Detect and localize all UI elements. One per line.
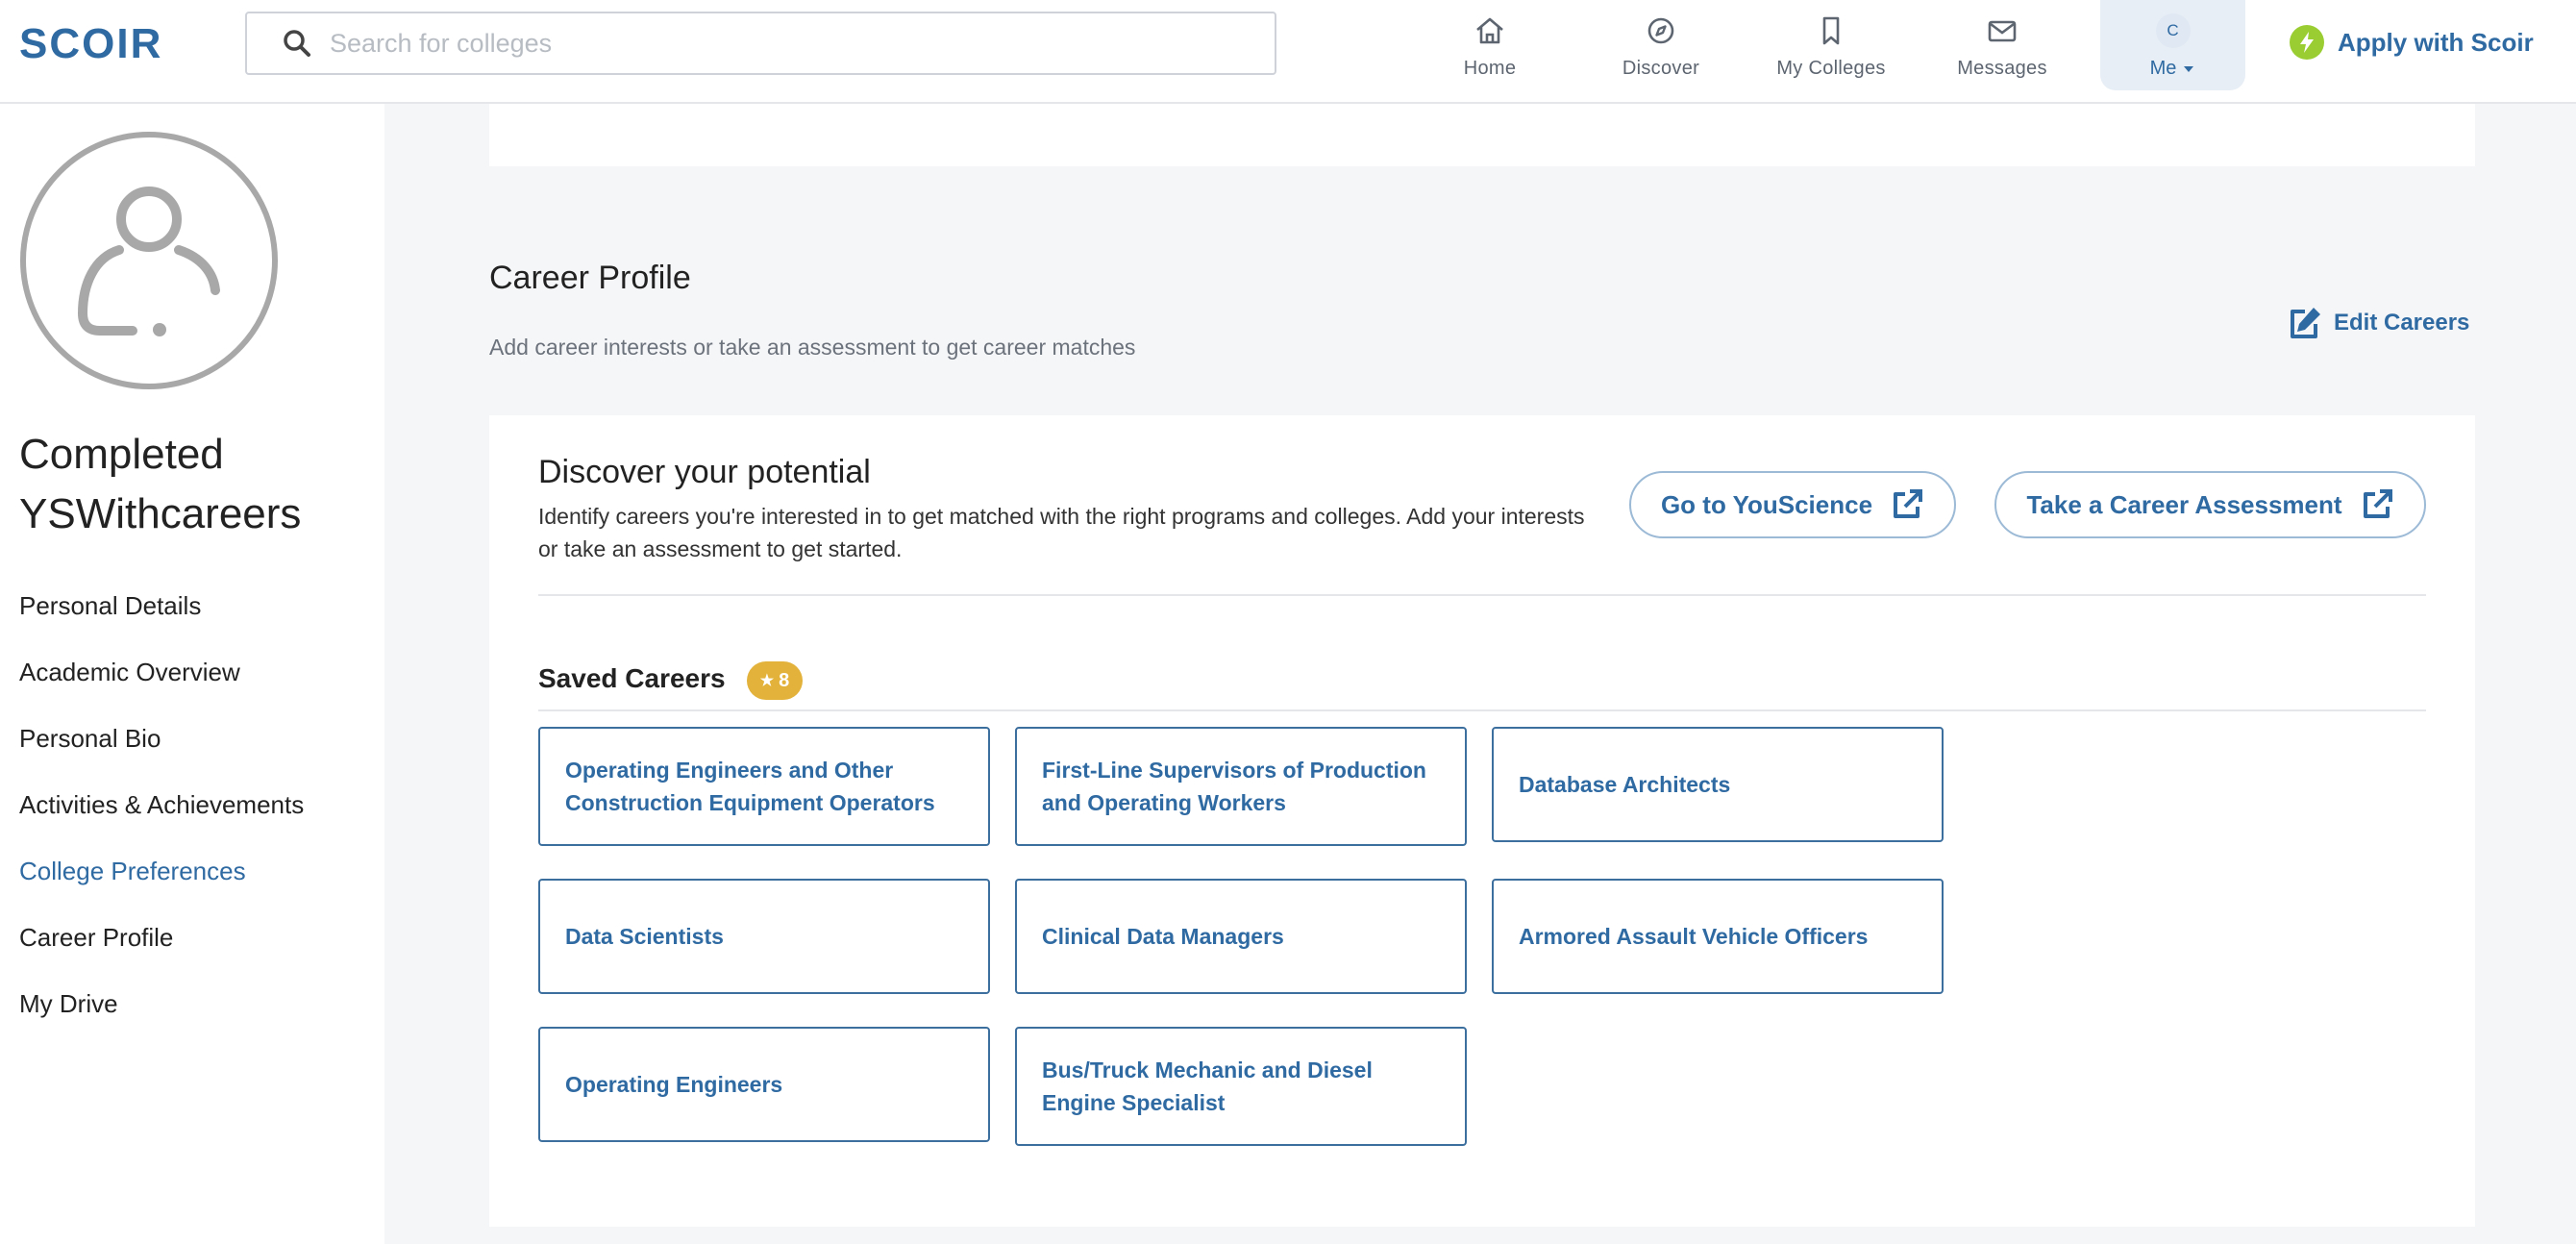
profile-name: Completed YSWithcareers: [19, 431, 302, 537]
external-link-icon: [1894, 489, 1923, 518]
menu-academic-overview[interactable]: Academic Overview: [19, 639, 304, 706]
nav-messages[interactable]: Messages: [1917, 0, 2088, 92]
scoir-logo-mark: SCOIR: [19, 21, 162, 63]
menu-activities-achievements[interactable]: Activities & Achievements: [19, 772, 304, 838]
nav-messages-label: Messages: [1957, 58, 2047, 79]
profile-menu: Personal Details Academic Overview Perso…: [19, 573, 304, 1037]
apply-with-scoir-button[interactable]: Apply with Scoir: [2290, 23, 2534, 62]
career-profile-title: Career Profile: [489, 260, 691, 296]
apply-label: Apply with Scoir: [2338, 27, 2534, 57]
menu-my-drive[interactable]: My Drive: [19, 971, 304, 1037]
saved-careers-title: Saved Careers: [538, 663, 726, 693]
edit-careers-label: Edit Careers: [2334, 310, 2470, 336]
menu-personal-details[interactable]: Personal Details: [19, 573, 304, 639]
previous-section-card: [489, 104, 2475, 166]
home-icon: [1476, 17, 1503, 44]
menu-career-profile[interactable]: Career Profile: [19, 905, 304, 971]
assessment-label: Take a Career Assessment: [2026, 489, 2342, 519]
career-profile-subtitle: Add career interests or take an assessme…: [489, 335, 1136, 360]
career-title: Data Scientists: [565, 924, 724, 949]
envelope-icon: [1988, 20, 2017, 42]
career-profile-card: Discover your potential Identify careers…: [489, 415, 2475, 1227]
nav-discover[interactable]: Discover: [1575, 0, 1746, 92]
lightning-bolt-icon: [2290, 25, 2324, 60]
scoir-logo[interactable]: SCOIR: [19, 21, 183, 63]
career-card[interactable]: Clinical Data Managers: [1015, 879, 1467, 994]
career-title: Bus/Truck Mechanic and Diesel Engine Spe…: [1042, 1057, 1373, 1115]
edit-icon: [2291, 308, 2320, 338]
career-card[interactable]: First-Line Supervisors of Production and…: [1015, 727, 1467, 846]
search-icon: [284, 30, 310, 57]
user-avatar: C: [2155, 13, 2191, 48]
divider: [538, 594, 2426, 596]
profile-sidebar: Completed YSWithcareers Personal Details…: [0, 104, 384, 1244]
menu-personal-bio[interactable]: Personal Bio: [19, 706, 304, 772]
career-card[interactable]: Bus/Truck Mechanic and Diesel Engine Spe…: [1015, 1027, 1467, 1146]
career-title: Clinical Data Managers: [1042, 924, 1284, 949]
nav-discover-label: Discover: [1622, 58, 1700, 79]
nav-home[interactable]: Home: [1404, 0, 1575, 92]
discover-potential-title: Discover your potential: [538, 454, 871, 490]
career-card[interactable]: Database Architects: [1492, 727, 1944, 842]
career-card[interactable]: Data Scientists: [538, 879, 990, 994]
nav-me-menu[interactable]: C Me: [2100, 0, 2245, 90]
career-title: Operating Engineers and Other Constructi…: [565, 758, 935, 815]
compass-icon: [1647, 17, 1674, 44]
saved-count-badge: ★ 8: [747, 661, 803, 700]
search-input[interactable]: [330, 28, 1195, 59]
nav-me-label: Me: [2149, 58, 2177, 79]
career-title: First-Line Supervisors of Production and…: [1042, 758, 1426, 815]
career-card[interactable]: Armored Assault Vehicle Officers: [1492, 879, 1944, 994]
career-title: Database Architects: [1519, 772, 1731, 797]
menu-college-preferences[interactable]: College Preferences: [19, 838, 304, 905]
nav-my-colleges-label: My Colleges: [1776, 58, 1886, 79]
go-to-youscience-button[interactable]: Go to YouScience: [1629, 471, 1956, 538]
profile-avatar-icon: [20, 132, 278, 389]
top-navigation-bar: SCOIR Home Discover My Colleges: [0, 0, 2576, 104]
caret-down-icon: [2184, 65, 2194, 72]
bookmark-icon: [1822, 16, 1840, 45]
career-card[interactable]: Operating Engineers: [538, 1027, 990, 1142]
nav-my-colleges[interactable]: My Colleges: [1746, 0, 1917, 92]
career-title: Operating Engineers: [565, 1072, 783, 1097]
career-title: Armored Assault Vehicle Officers: [1519, 924, 1869, 949]
divider: [538, 709, 2426, 711]
discover-potential-text: Identify careers you're interested in to…: [538, 504, 1585, 561]
edit-careers-button[interactable]: Edit Careers: [2286, 304, 2469, 342]
career-card[interactable]: Operating Engineers and Other Constructi…: [538, 727, 990, 846]
nav-home-label: Home: [1463, 58, 1517, 79]
take-career-assessment-button[interactable]: Take a Career Assessment: [1994, 471, 2426, 538]
external-link-icon: [2363, 489, 2392, 518]
logo-text: SCOIR: [19, 21, 162, 63]
college-search[interactable]: [245, 12, 1276, 75]
star-icon: ★: [759, 673, 775, 689]
youscience-label: Go to YouScience: [1660, 489, 1873, 519]
saved-count: 8: [779, 669, 790, 691]
